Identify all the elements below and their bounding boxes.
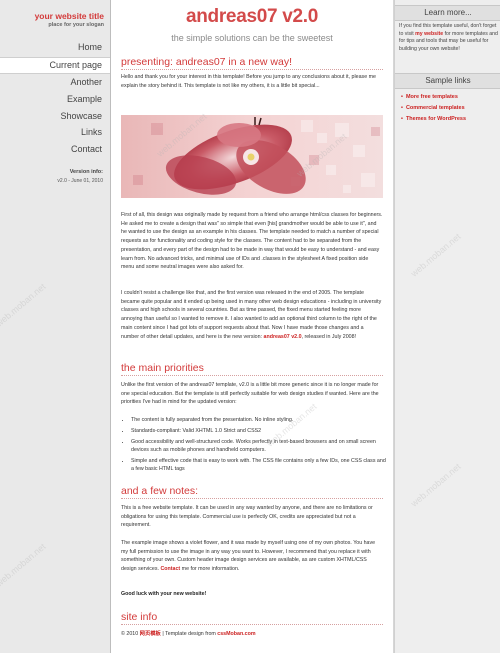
history-text: I couldn't resist a challenge like that,… [121, 290, 382, 340]
nav-contact[interactable]: Contact [0, 142, 110, 157]
priorities-intro: Unlike the first version of the andreas0… [121, 382, 379, 406]
history-paragraph: I couldn't resist a challenge like that,… [121, 289, 383, 341]
image-text-end: me for more information. [180, 566, 240, 573]
list-item: Simple and effective code that is easy t… [131, 457, 389, 473]
image-paragraph: The example image shows a violet flower,… [121, 539, 383, 574]
version-label: Version info: [69, 169, 103, 175]
watermark: web.moban.net [408, 231, 463, 279]
footer-link-2[interactable]: cssMoban.com [217, 631, 255, 637]
list-item: The content is fully separated from the … [131, 416, 389, 424]
nav-example[interactable]: Example [0, 92, 110, 107]
watermark: web.moban.net [408, 461, 463, 509]
main-content: andreas07 v2.0 the simple solutions can … [111, 0, 393, 653]
section-heading-presenting: presenting: andreas07 in a new way! [121, 56, 383, 70]
good-luck-bold: Good luck with your new website! [121, 591, 207, 597]
learn-more-text: If you find this template useful, don't … [399, 23, 499, 53]
learn-more-heading: Learn more... [395, 5, 500, 21]
page-title: andreas07 v2.0 [185, 6, 319, 27]
site-title[interactable]: your website title [0, 11, 104, 21]
nav-another[interactable]: Another [0, 75, 110, 90]
good-luck-text: Good luck with your new website! [121, 590, 383, 599]
story-paragraph: First of all, this design was originally… [121, 212, 383, 271]
section-heading-priorities: the main priorities [121, 362, 383, 376]
watermark: web.moban.net [0, 281, 48, 329]
contact-link[interactable]: Contact [160, 566, 180, 572]
footer-text: © 2010 网页模板 | Template design from cssMo… [121, 630, 383, 639]
watermark: web.moban.net [0, 541, 48, 589]
footer-link-1[interactable]: 网页模板 [140, 631, 161, 637]
left-sidebar: your website title place for your slogan… [0, 0, 111, 653]
nav-home[interactable]: Home [0, 40, 110, 55]
sample-links-heading: Sample links [395, 73, 500, 89]
nav-links[interactable]: Links [0, 125, 110, 140]
link-themes-wordpress[interactable]: Themes for WordPress [401, 116, 466, 122]
version-text: v2.0 - June 01, 2010 [57, 178, 103, 184]
site-slogan: place for your slogan [48, 22, 104, 28]
list-item: Standards-compliant: Valid XHTML 1.0 Str… [131, 427, 389, 435]
page-subtitle: the simple solutions can be the sweetest [171, 33, 333, 43]
history-text-end: , released in July 2008! [301, 333, 357, 340]
license-paragraph: This is a free website template. It can … [121, 505, 373, 529]
version-link[interactable]: andreas07 v2.0 [264, 334, 302, 340]
page: your website title place for your slogan… [0, 0, 500, 653]
section-heading-site-info: site info [121, 611, 383, 625]
intro-paragraph: Hello and thank you for your interest in… [121, 74, 376, 89]
footer-copyright: © 2010 [121, 631, 140, 637]
nav-showcase[interactable]: Showcase [0, 109, 110, 124]
priorities-list: The content is fully separated from the … [123, 416, 389, 476]
footer-credit: | Template design from [160, 631, 218, 637]
link-commercial-templates[interactable]: Commercial templates [401, 105, 465, 111]
section-heading-notes: and a few notes: [121, 485, 383, 499]
link-more-free-templates[interactable]: More free templates [401, 94, 458, 100]
nav-current-page[interactable]: Current page [0, 57, 110, 74]
right-sidebar: Learn more... If you find this template … [394, 0, 500, 653]
list-item: Good accessibility and well-structured c… [131, 438, 389, 454]
my-website-link[interactable]: my website [415, 31, 443, 37]
